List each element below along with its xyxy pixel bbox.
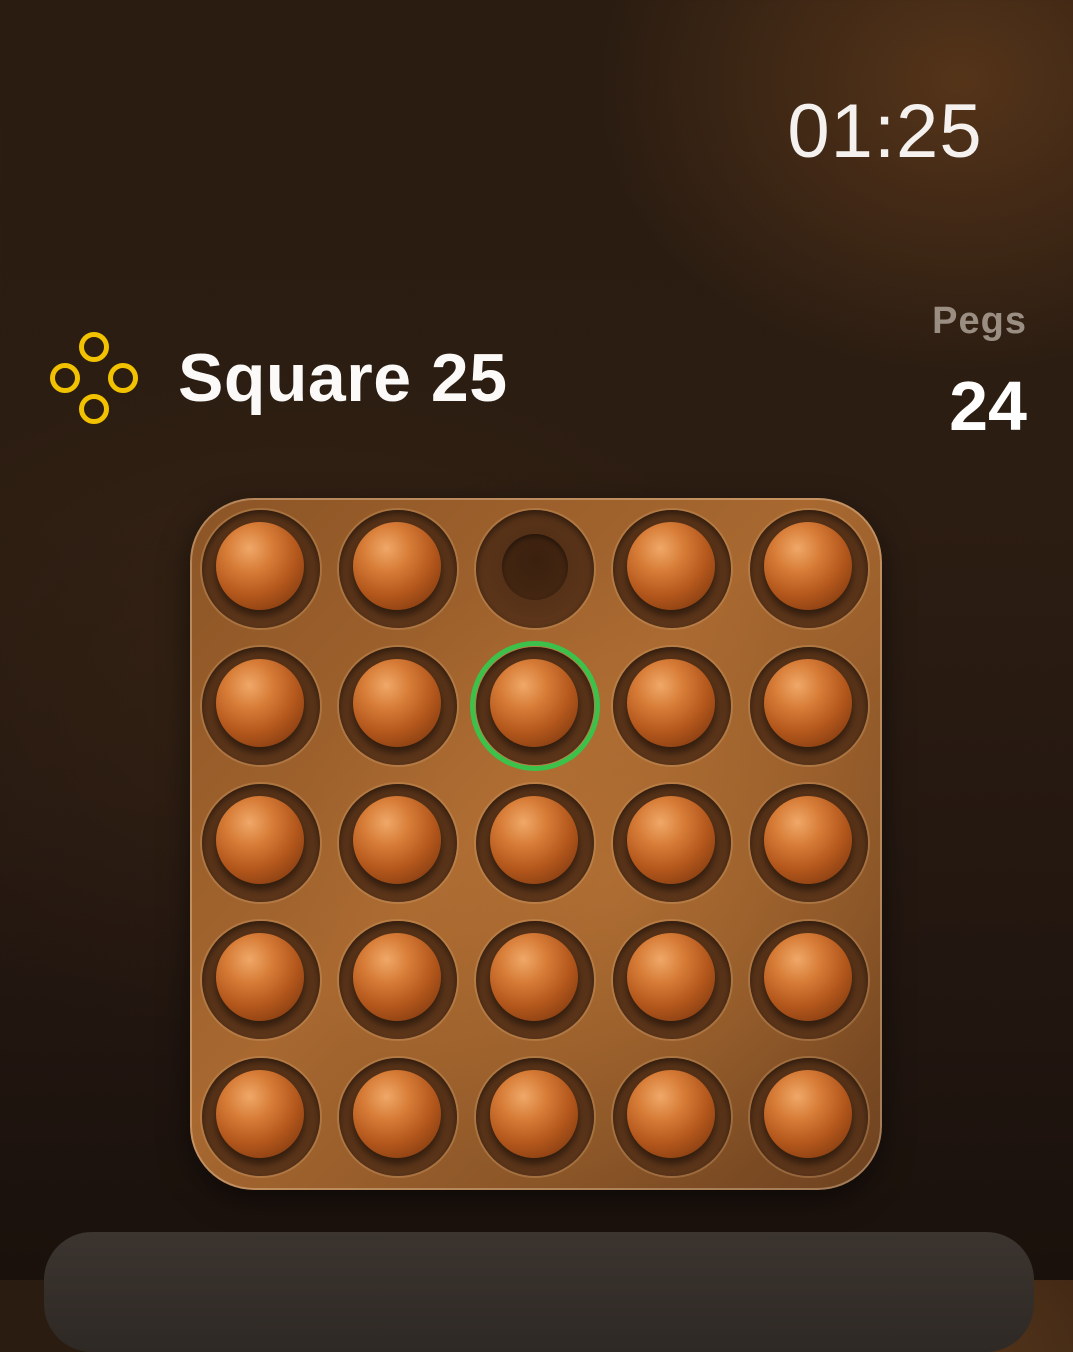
peg[interactable] xyxy=(216,933,304,1021)
peg[interactable] xyxy=(353,659,441,747)
peg[interactable] xyxy=(490,933,578,1021)
board-hole[interactable] xyxy=(476,510,594,628)
board-hole[interactable] xyxy=(202,510,320,628)
bottom-panel xyxy=(44,1232,1034,1352)
board-hole[interactable] xyxy=(613,921,731,1039)
board-hole[interactable] xyxy=(202,921,320,1039)
board-hole[interactable] xyxy=(476,784,594,902)
board-hole[interactable] xyxy=(339,647,457,765)
peg[interactable] xyxy=(216,796,304,884)
four-circles-icon xyxy=(48,332,140,424)
board-hole[interactable] xyxy=(202,784,320,902)
empty-hole xyxy=(502,534,568,600)
board-hole[interactable] xyxy=(750,647,868,765)
pegs-label: Pegs xyxy=(932,300,1027,342)
peg[interactable] xyxy=(627,933,715,1021)
peg[interactable] xyxy=(353,933,441,1021)
peg[interactable] xyxy=(764,933,852,1021)
board-hole[interactable] xyxy=(613,784,731,902)
puzzle-header: Square 25 xyxy=(48,330,508,426)
board-hole[interactable] xyxy=(470,641,600,771)
peg[interactable] xyxy=(764,522,852,610)
peg[interactable] xyxy=(627,796,715,884)
peg[interactable] xyxy=(764,1070,852,1158)
board-hole[interactable] xyxy=(476,1058,594,1176)
peg[interactable] xyxy=(216,659,304,747)
board-hole[interactable] xyxy=(613,1058,731,1176)
board-hole[interactable] xyxy=(339,510,457,628)
peg[interactable] xyxy=(490,1070,578,1158)
selected-peg[interactable] xyxy=(490,659,578,747)
board-hole[interactable] xyxy=(202,647,320,765)
peg[interactable] xyxy=(627,1070,715,1158)
peg[interactable] xyxy=(627,659,715,747)
board-hole[interactable] xyxy=(476,921,594,1039)
peg[interactable] xyxy=(353,522,441,610)
board-hole[interactable] xyxy=(339,1058,457,1176)
board-hole[interactable] xyxy=(339,921,457,1039)
peg[interactable] xyxy=(627,522,715,610)
board-hole[interactable] xyxy=(750,784,868,902)
board-hole[interactable] xyxy=(202,1058,320,1176)
clock-time: 01:25 xyxy=(787,89,983,174)
peg[interactable] xyxy=(353,1070,441,1158)
peg[interactable] xyxy=(764,796,852,884)
board-hole[interactable] xyxy=(750,921,868,1039)
peg[interactable] xyxy=(353,796,441,884)
board-hole[interactable] xyxy=(339,784,457,902)
game-board xyxy=(190,498,882,1190)
peg[interactable] xyxy=(216,1070,304,1158)
board-hole[interactable] xyxy=(750,510,868,628)
board-hole[interactable] xyxy=(750,1058,868,1176)
peg[interactable] xyxy=(764,659,852,747)
board-grid xyxy=(200,508,876,1184)
pegs-count: 24 xyxy=(949,367,1027,445)
peg[interactable] xyxy=(490,796,578,884)
peg[interactable] xyxy=(216,522,304,610)
puzzle-title: Square 25 xyxy=(178,340,508,416)
board-hole[interactable] xyxy=(613,647,731,765)
board-hole[interactable] xyxy=(613,510,731,628)
